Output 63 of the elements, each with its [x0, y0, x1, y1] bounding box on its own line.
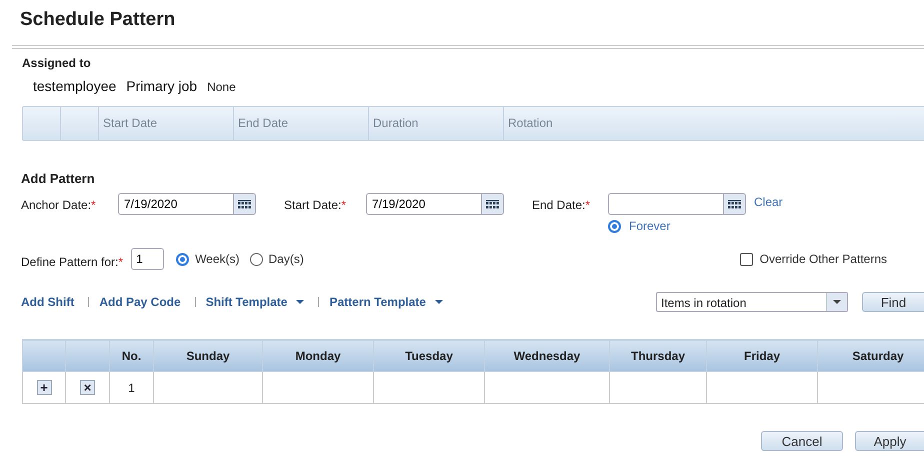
dropdown-link[interactable]: Pattern Template — [329, 295, 443, 309]
column-header: Wednesday — [484, 340, 610, 372]
table-cell[interactable] — [610, 372, 706, 404]
find-button[interactable]: Find — [862, 292, 924, 312]
employee-name: testemployee — [33, 78, 116, 94]
table-cell[interactable] — [262, 372, 374, 404]
radio-label: Day(s) — [268, 252, 304, 266]
radio-button[interactable] — [176, 252, 190, 266]
dropdown-field[interactable]: Items in rotation — [656, 292, 848, 312]
calendar-icon — [728, 200, 741, 208]
field-label: Anchor Date:* — [21, 197, 97, 212]
field-label: Start Date:* — [284, 197, 348, 212]
toolbar-link[interactable]: Add Shift — [21, 295, 74, 309]
date-field[interactable]: 7/19/2020 — [366, 193, 481, 215]
column-header: Duration — [369, 107, 504, 140]
toolbar-link[interactable]: Add Pay Code — [99, 295, 181, 309]
column-header: End Date — [234, 107, 369, 140]
table-cell[interactable] — [154, 372, 262, 404]
checkbox-label: Override Other Patterns — [760, 252, 887, 266]
header-cell — [22, 340, 66, 372]
caret-icon — [833, 300, 841, 304]
table-cell[interactable] — [706, 372, 818, 404]
field-label: End Date:* — [532, 197, 592, 212]
field-label: Primary job — [126, 78, 198, 94]
column-header: Friday — [706, 340, 818, 372]
checkbox[interactable] — [740, 252, 753, 266]
header-cell — [66, 340, 110, 372]
table-cell[interactable] — [484, 372, 610, 404]
column-header: Thursday — [610, 340, 706, 372]
column-header: Sunday — [154, 340, 262, 372]
calendar-button[interactable] — [723, 193, 746, 215]
clear-link[interactable]: Clear — [746, 193, 783, 209]
date-field[interactable] — [608, 193, 723, 215]
calendar-icon — [238, 200, 251, 208]
column-header: No. — [110, 340, 154, 372]
calendar-icon — [486, 200, 499, 208]
delete-row-button[interactable]: × — [80, 380, 95, 395]
action-button[interactable]: Apply — [855, 431, 924, 451]
number-field[interactable]: 1 — [131, 248, 164, 270]
caret-icon — [296, 300, 304, 304]
page-title: Schedule Pattern — [19, 8, 176, 32]
table-cell: 1 — [110, 372, 154, 404]
column-header: Monday — [262, 340, 374, 372]
radio-button[interactable] — [608, 220, 621, 232]
caret-icon — [434, 300, 443, 304]
column-header: Rotation — [507, 115, 554, 132]
calendar-button[interactable] — [233, 193, 256, 215]
radio-label: Week(s) — [195, 252, 240, 266]
radio-button[interactable] — [250, 252, 263, 266]
radio-label: Forever — [629, 219, 670, 233]
field-value: None — [207, 80, 236, 94]
field-label: Define Pattern for:* — [21, 254, 124, 268]
column-header: Tuesday — [374, 340, 484, 372]
add-row-button[interactable]: + — [36, 380, 52, 395]
section-label: Assigned to — [21, 55, 92, 70]
dropdown-link[interactable]: Shift Template — [206, 295, 304, 309]
date-field[interactable]: 7/19/2020 — [118, 193, 233, 215]
section-heading: Add Pattern — [20, 170, 96, 186]
calendar-button[interactable] — [481, 193, 504, 215]
table-cell[interactable] — [374, 372, 484, 404]
column-header: Saturday — [818, 340, 924, 372]
column-header: Start Date — [99, 107, 234, 140]
action-button[interactable]: Cancel — [761, 431, 843, 451]
